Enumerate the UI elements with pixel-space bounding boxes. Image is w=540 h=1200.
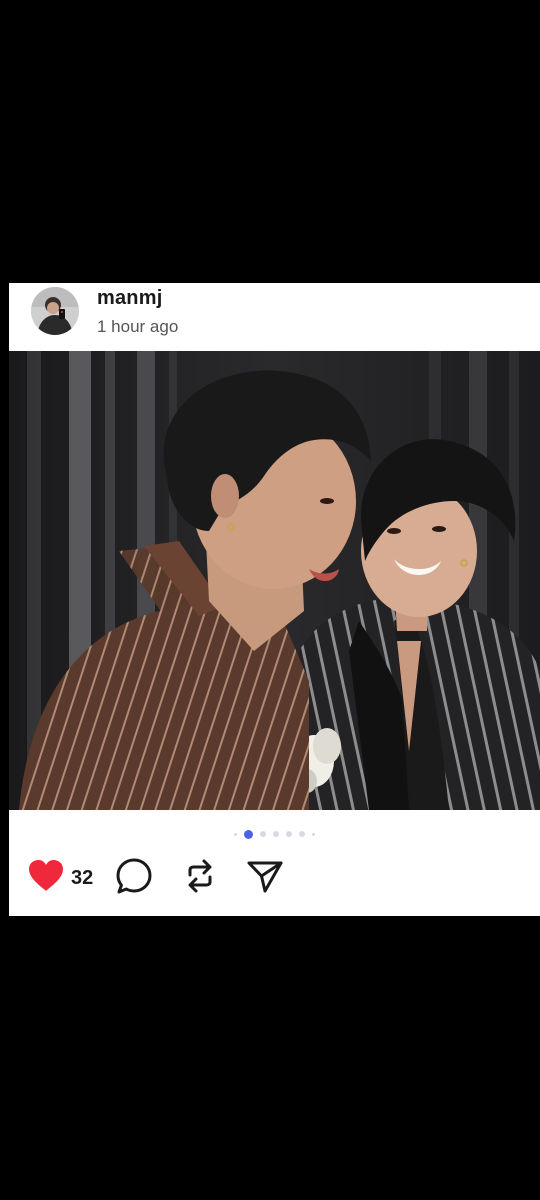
comment-icon xyxy=(115,857,153,900)
avatar[interactable] xyxy=(31,287,79,335)
carousel-dot[interactable] xyxy=(299,831,305,837)
carousel-dot[interactable] xyxy=(273,831,279,837)
carousel-indicator xyxy=(9,828,540,840)
repost-button[interactable] xyxy=(181,855,219,901)
carousel-dot[interactable] xyxy=(286,831,292,837)
username[interactable]: manmj xyxy=(97,287,162,310)
carousel-dot-active[interactable] xyxy=(244,829,253,839)
heart-icon xyxy=(27,859,65,898)
carousel-dot[interactable] xyxy=(312,832,315,836)
screen: manmj 1 hour ago 32 xyxy=(0,0,540,1200)
repost-icon xyxy=(181,857,219,900)
like-button[interactable]: 32 xyxy=(27,855,93,901)
post-card: manmj 1 hour ago 32 xyxy=(9,283,540,916)
send-icon xyxy=(245,857,285,900)
post-timestamp: 1 hour ago xyxy=(97,317,179,336)
carousel-dot[interactable] xyxy=(234,832,237,836)
comment-button[interactable] xyxy=(115,855,153,901)
carousel-dot[interactable] xyxy=(260,831,266,837)
like-count: 32 xyxy=(71,866,94,889)
post-photo[interactable] xyxy=(9,351,540,810)
post-header: manmj 1 hour ago xyxy=(9,283,540,351)
share-button[interactable] xyxy=(245,855,285,901)
post-actions: 32 xyxy=(9,855,540,901)
